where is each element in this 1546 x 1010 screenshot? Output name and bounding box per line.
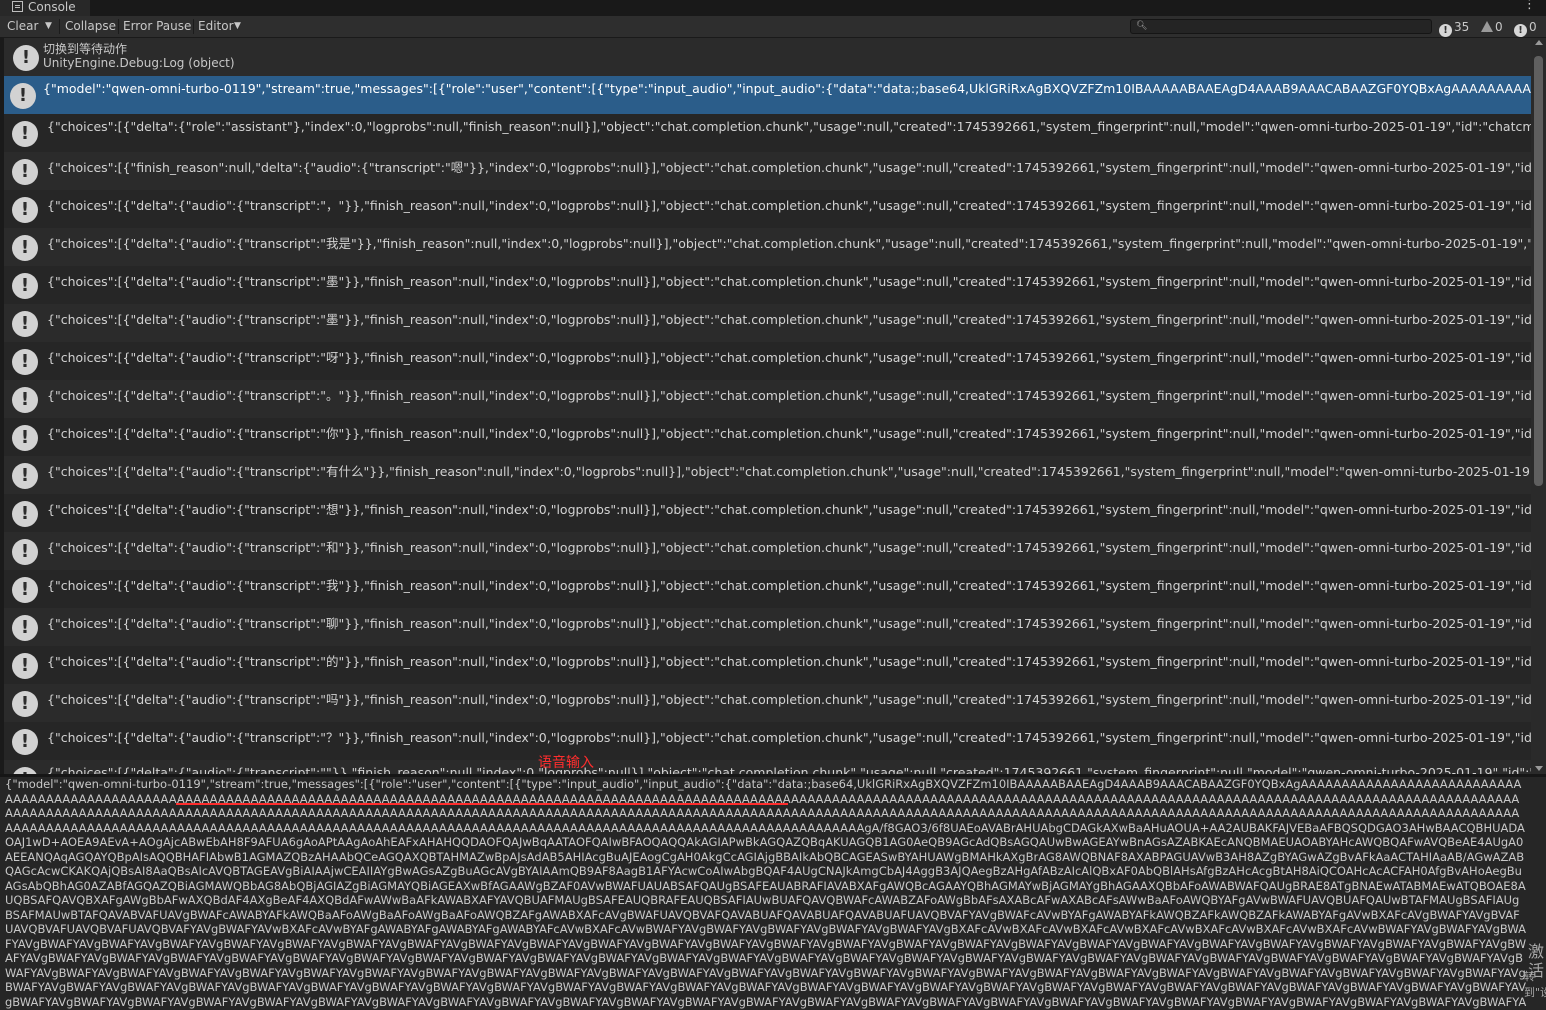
annotation-label: 语音输入 [538, 755, 594, 771]
log-info-icon: ! [12, 729, 38, 755]
list-edge [0, 38, 4, 774]
watermark-subtext: 转到"设 [1524, 970, 1546, 999]
log-entry-message: {"choices":[{"delta":{"audio":{"transcri… [47, 464, 1531, 479]
search-icon: 🔍︎ [1136, 21, 1148, 31]
editor-dropdown[interactable]: Editor [198, 16, 234, 37]
log-info-icon: ! [13, 45, 39, 71]
error-icon: ! [1514, 24, 1527, 37]
log-info-icon: ! [12, 235, 38, 261]
error-count-toggle[interactable]: ! 0 [1514, 18, 1537, 37]
log-entry-selected[interactable]: ! {"model":"qwen-omni-turbo-0119","strea… [0, 76, 1531, 114]
warning-count: 0 [1495, 20, 1503, 34]
log-entry[interactable]: ! {"choices":[{"delta":{"audio":{"transcr… [0, 722, 1531, 760]
log-info-icon: ! [12, 691, 38, 717]
log-entry[interactable]: ! {"choices":[{"delta":{"audio":{"transcr… [0, 684, 1531, 722]
log-info-icon: ! [12, 197, 38, 223]
console-toolbar: Clear ▼ Collapse Error Pause Editor ▼ 🔍︎… [0, 16, 1546, 38]
editor-chevron-down-icon[interactable]: ▼ [234, 16, 241, 37]
log-entry[interactable]: ! {"choices":[{"delta":{"role":"assistant… [0, 114, 1531, 152]
log-entry[interactable]: ! {"choices":[{"delta":{"audio":{"transcr… [0, 342, 1531, 380]
log-entry-message: {"choices":[{"delta":{"audio":{"transcri… [47, 236, 1531, 251]
log-info-icon: ! [12, 615, 38, 641]
log-info-icon: ! [10, 83, 36, 109]
error-count: 0 [1529, 20, 1537, 34]
log-info-icon: ! [12, 463, 38, 489]
kebab-icon[interactable]: ⋮ [1523, 0, 1536, 12]
collapse-button[interactable]: Collapse [65, 16, 116, 37]
log-entry-first[interactable]: ! 切换到等待动作 UnityEngine.Debug:Log (object) [0, 38, 1531, 76]
toolbar-divider [118, 19, 119, 34]
log-entry-message: {"choices":[{"delta":{"audio":{"transcri… [47, 198, 1531, 213]
search-input[interactable]: 🔍︎ [1130, 19, 1432, 34]
log-count-toggle[interactable]: ! 35 [1439, 18, 1470, 37]
tab-console[interactable]: Console [0, 0, 90, 16]
scroll-up-arrow-icon[interactable] [1535, 40, 1543, 45]
toolbar-divider [59, 19, 60, 34]
log-entry-message: {"choices":[{"finish_reason":null,"delta… [47, 160, 1531, 175]
log-info-icon: ! [12, 387, 38, 413]
log-entry[interactable]: ! {"choices":[{"delta":{"audio":{"transcr… [0, 380, 1531, 418]
log-info-icon: ! [12, 767, 38, 774]
log-info-icon: ! [12, 425, 38, 451]
log-entry[interactable]: ! {"choices":[{"delta":{"audio":{"transcr… [0, 494, 1531, 532]
log-info-icon: ! [12, 501, 38, 527]
log-entry-message: 切换到等待动作 [43, 42, 128, 56]
log-info-icon: ! [12, 159, 38, 185]
log-entry[interactable]: ! {"choices":[{"finish_reason":null,"delt… [0, 152, 1531, 190]
log-count: 35 [1454, 20, 1470, 34]
log-entry-message: {"choices":[{"delta":{"audio":{"transcri… [47, 312, 1531, 327]
log-info-icon: ! [12, 349, 38, 375]
tab-bar: Console ⋮ [0, 0, 1546, 16]
annotation-underline [176, 803, 788, 805]
log-info-icon: ! [12, 311, 38, 337]
log-entry-message: {"choices":[{"delta":{"audio":{"transcri… [47, 730, 1531, 745]
log-info-icon: ! [12, 539, 38, 565]
log-info-icon: ! [12, 577, 38, 603]
log-entry-stacktrace: UnityEngine.Debug:Log (object) [43, 56, 235, 70]
log-entry-message: {"model":"qwen-omni-turbo-0119","stream"… [43, 81, 1531, 96]
toolbar-divider [193, 19, 194, 34]
log-entry[interactable]: ! {"choices":[{"delta":{"audio":{"transcr… [0, 266, 1531, 304]
log-entry[interactable]: ! {"choices":[{"delta":{"audio":{"transcr… [0, 646, 1531, 684]
log-list-scrollbar[interactable] [1531, 38, 1546, 774]
log-detail-text[interactable]: {"model":"qwen-omni-turbo-0119","stream"… [5, 777, 1527, 1010]
log-entry-message: {"choices":[{"delta":{"audio":{"transcri… [47, 616, 1531, 631]
log-info-icon: ! [12, 121, 38, 147]
warning-icon [1481, 21, 1493, 32]
log-entry-message: {"choices":[{"delta":{"audio":{"transcri… [47, 654, 1531, 669]
log-entry-message: {"choices":[{"delta":{"audio":{"transcri… [47, 350, 1531, 365]
tab-console-label: Console [28, 0, 76, 14]
scroll-down-arrow-icon[interactable] [1535, 766, 1543, 771]
log-entry[interactable]: ! {"choices":[{"delta":{"audio":{"transcr… [0, 608, 1531, 646]
log-info-icon: ! [12, 653, 38, 679]
log-entry[interactable]: ! {"choices":[{"delta":{"audio":{"transcr… [0, 570, 1531, 608]
log-entry-message: {"choices":[{"delta":{"audio":{"transcri… [47, 692, 1531, 707]
scrollbar-thumb[interactable] [1534, 56, 1543, 486]
log-entry-message: {"choices":[{"delta":{"audio":{"transcri… [47, 540, 1531, 555]
log-entry-message: {"choices":[{"delta":{"audio":{"transcri… [47, 274, 1531, 289]
log-entry[interactable]: ! {"choices":[{"delta":{"audio":{"transcr… [0, 190, 1531, 228]
log-entry-message: {"choices":[{"delta":{"audio":{"transcri… [47, 388, 1531, 403]
log-entry[interactable]: ! {"choices":[{"delta":{"audio":{"transcr… [0, 532, 1531, 570]
info-icon: ! [1439, 24, 1452, 37]
warning-count-toggle[interactable]: 0 [1481, 18, 1503, 36]
log-info-icon: ! [12, 273, 38, 299]
error-pause-button[interactable]: Error Pause [123, 16, 191, 37]
clear-options-dropdown-icon[interactable]: ▼ [45, 16, 52, 37]
log-entry[interactable]: ! {"choices":[{"delta":{"audio":{"transcr… [0, 304, 1531, 342]
log-entry[interactable]: ! {"choices":[{"delta":{"audio":{"transcr… [0, 228, 1531, 266]
log-entry-message: {"choices":[{"delta":{"audio":{"transcri… [47, 578, 1531, 593]
clear-button[interactable]: Clear [7, 16, 38, 37]
log-entry-message: {"choices":[{"delta":{"audio":{"transcri… [47, 426, 1531, 441]
console-tab-icon [12, 1, 23, 12]
log-list[interactable]: ! 切换到等待动作 UnityEngine.Debug:Log (object)… [0, 38, 1531, 774]
log-entry[interactable]: ! {"choices":[{"delta":{"audio":{"transcr… [0, 760, 1531, 774]
log-entry-message: {"choices":[{"delta":{"role":"assistant"… [47, 119, 1531, 134]
log-entry-message: {"choices":[{"delta":{"audio":{"transcri… [47, 765, 1531, 774]
log-entry-message: {"choices":[{"delta":{"audio":{"transcri… [47, 502, 1531, 517]
log-entry[interactable]: ! {"choices":[{"delta":{"audio":{"transcr… [0, 456, 1531, 494]
log-entry[interactable]: ! {"choices":[{"delta":{"audio":{"transcr… [0, 418, 1531, 456]
log-detail-pane[interactable]: {"model":"qwen-omni-turbo-0119","stream"… [0, 777, 1546, 1010]
